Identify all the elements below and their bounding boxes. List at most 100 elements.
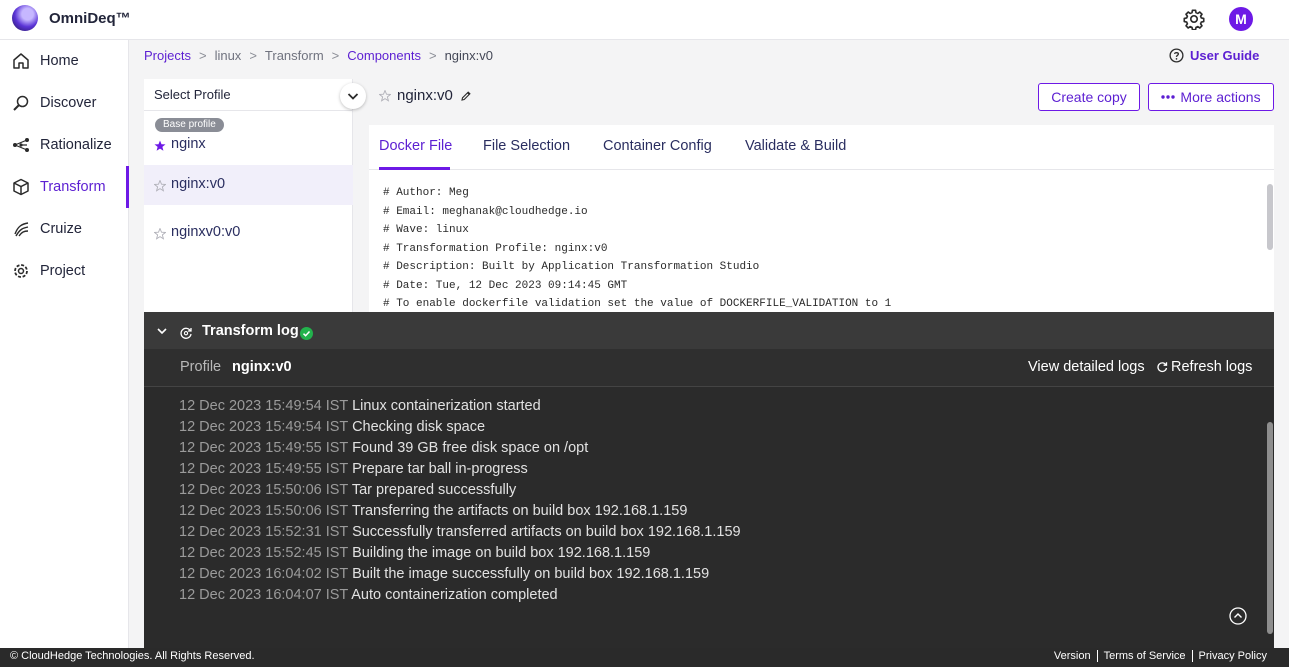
log-timestamp: 12 Dec 2023 16:04:02 IST <box>179 566 349 582</box>
footer-link-version[interactable]: Version <box>1048 650 1097 662</box>
code-line: # Author: Meg <box>383 187 469 199</box>
breadcrumb-current: nginx:v0 <box>444 48 493 63</box>
sidebar-item-label: Transform <box>40 179 106 195</box>
refresh-logs-button[interactable]: Refresh logs <box>1156 359 1252 375</box>
profile-select-toggle[interactable] <box>340 83 366 109</box>
sidebar-item-label: Cruize <box>40 221 82 237</box>
code-line: # Email: meghanak@cloudhedge.io <box>383 205 588 218</box>
breadcrumb-separator: > <box>249 48 257 63</box>
star-outline-icon[interactable] <box>154 228 166 240</box>
profile-label: Profile <box>180 359 222 375</box>
log-timestamp: 12 Dec 2023 15:50:06 IST <box>179 482 349 498</box>
breadcrumb-components[interactable]: Components <box>347 48 421 63</box>
brand-name: OmniDeq™ <box>49 10 131 27</box>
sidebar-item-label: Home <box>40 53 79 69</box>
profile-panel: Select Profile Base profile nginx nginx:… <box>144 79 366 312</box>
sidebar-item-home[interactable]: Home <box>0 40 129 82</box>
log-entry: 12 Dec 2023 15:49:54 IST Checking disk s… <box>179 419 741 440</box>
user-guide-label: User Guide <box>1190 48 1260 63</box>
log-timestamp: 12 Dec 2023 16:04:07 IST <box>179 587 349 603</box>
settings-gear-icon[interactable] <box>1183 8 1205 30</box>
tab-file-selection[interactable]: File Selection <box>483 138 570 154</box>
sidebar-item-project[interactable]: Project <box>0 250 129 292</box>
log-timestamp: 12 Dec 2023 15:49:54 IST <box>179 398 349 414</box>
profile-value: nginx:v0 <box>232 359 292 375</box>
log-message: Tar prepared successfully <box>351 482 517 498</box>
view-detailed-logs-link[interactable]: View detailed logs <box>1028 359 1145 375</box>
log-message: Linux containerization started <box>352 398 541 414</box>
breadcrumb-projects[interactable]: Projects <box>144 48 191 63</box>
transform-log-header[interactable]: Transform log <box>144 312 1274 349</box>
log-entry: 12 Dec 2023 15:49:54 IST Linux container… <box>179 398 741 419</box>
active-tab-indicator <box>379 167 450 170</box>
log-message: Transferring the artifacts on build box … <box>351 503 688 519</box>
profile-item-nginx[interactable]: nginx <box>144 125 353 165</box>
code-line: # Wave: linux <box>383 224 469 236</box>
star-outline-icon[interactable] <box>154 180 166 192</box>
sidebar-item-rationalize[interactable]: Rationalize <box>0 124 129 166</box>
chevron-down-icon <box>347 93 359 100</box>
footer-link-terms[interactable]: Terms of Service <box>1096 650 1192 662</box>
footer-links: Version Terms of Service Privacy Policy <box>1048 650 1273 662</box>
project-gear-icon <box>14 264 28 278</box>
tab-container-config[interactable]: Container Config <box>603 138 712 154</box>
tab-bar: Docker File File Selection Container Con… <box>369 125 1274 170</box>
sidebar-item-transform[interactable]: Transform <box>0 166 129 208</box>
profile-name: nginx <box>171 136 206 152</box>
breadcrumb: Projects > linux > Transform > Component… <box>144 48 501 63</box>
log-entry: 12 Dec 2023 16:04:07 IST Auto containeri… <box>179 587 741 608</box>
sidebar-item-cruize[interactable]: Cruize <box>0 208 129 250</box>
more-actions-button[interactable]: More actions <box>1148 83 1274 111</box>
tab-validate-build[interactable]: Validate & Build <box>745 138 846 154</box>
sidebar-item-discover[interactable]: Discover <box>0 82 129 124</box>
refresh-icon <box>1157 362 1168 373</box>
footer-link-privacy[interactable]: Privacy Policy <box>1191 650 1273 662</box>
log-timestamp: 12 Dec 2023 15:49:54 IST <box>179 419 349 435</box>
breadcrumb-linux: linux <box>214 48 242 63</box>
dockerfile-editor[interactable]: # Author: Meg # Email: meghanak@cloudhed… <box>383 187 891 317</box>
editor-scrollbar[interactable] <box>1267 184 1273 250</box>
log-message: Auto containerization completed <box>351 587 558 603</box>
profile-item-nginxv0-v0[interactable]: nginxv0:v0 <box>144 213 353 253</box>
user-guide-link[interactable]: User Guide <box>1169 48 1259 63</box>
profile-select[interactable]: Select Profile <box>144 79 366 111</box>
user-avatar[interactable]: M <box>1229 7 1253 31</box>
log-message: Prepare tar ball in-progress <box>352 461 528 477</box>
log-entry: 12 Dec 2023 15:52:45 IST Building the im… <box>179 545 741 566</box>
more-dots-icon <box>1161 95 1176 99</box>
star-filled-icon[interactable] <box>154 140 166 152</box>
transform-icon <box>13 178 29 196</box>
refresh-logs-label: Refresh logs <box>1171 359 1253 375</box>
log-message: Built the image successfully on build bo… <box>352 566 710 582</box>
scroll-to-top-icon[interactable] <box>1229 607 1247 625</box>
log-timestamp: 12 Dec 2023 15:49:55 IST <box>179 440 349 456</box>
log-entry: 12 Dec 2023 16:04:02 IST Built the image… <box>179 566 741 587</box>
component-title: nginx:v0 <box>397 87 453 104</box>
log-entry: 12 Dec 2023 15:50:06 IST Transferring th… <box>179 503 741 524</box>
code-line: # Date: Tue, 12 Dec 2023 09:14:45 GMT <box>383 279 628 292</box>
success-check-icon <box>300 327 313 340</box>
breadcrumb-separator: > <box>198 48 207 63</box>
log-message: Building the image on build box 192.168.… <box>352 545 651 561</box>
omnideq-logo[interactable] <box>12 5 38 31</box>
log-lines: 12 Dec 2023 15:49:54 IST Linux container… <box>179 398 741 608</box>
profile-item-nginx-v0[interactable]: nginx:v0 <box>144 165 353 205</box>
code-line: # Description: Built by Application Tran… <box>383 261 760 273</box>
log-timestamp: 12 Dec 2023 15:52:45 IST <box>179 545 349 561</box>
chevron-down-icon[interactable] <box>156 325 168 337</box>
create-copy-button[interactable]: Create copy <box>1038 83 1140 111</box>
log-message: Successfully transferred artifacts on bu… <box>352 524 741 540</box>
log-entry: 12 Dec 2023 15:49:55 IST Found 39 GB fre… <box>179 440 741 461</box>
profile-name: nginx:v0 <box>171 176 226 192</box>
more-actions-label: More actions <box>1180 89 1261 105</box>
star-outline-icon[interactable] <box>379 90 391 102</box>
log-timestamp: 12 Dec 2023 15:52:31 IST <box>179 524 349 540</box>
tab-docker-file[interactable]: Docker File <box>379 138 452 154</box>
transform-log-title: Transform log <box>202 323 299 339</box>
edit-pencil-icon[interactable] <box>460 90 472 102</box>
log-entry: 12 Dec 2023 15:49:55 IST Prepare tar bal… <box>179 461 741 482</box>
breadcrumb-separator: > <box>331 48 340 63</box>
profile-name: nginxv0:v0 <box>171 224 241 240</box>
home-icon <box>13 53 29 69</box>
log-scrollbar[interactable] <box>1267 422 1273 634</box>
